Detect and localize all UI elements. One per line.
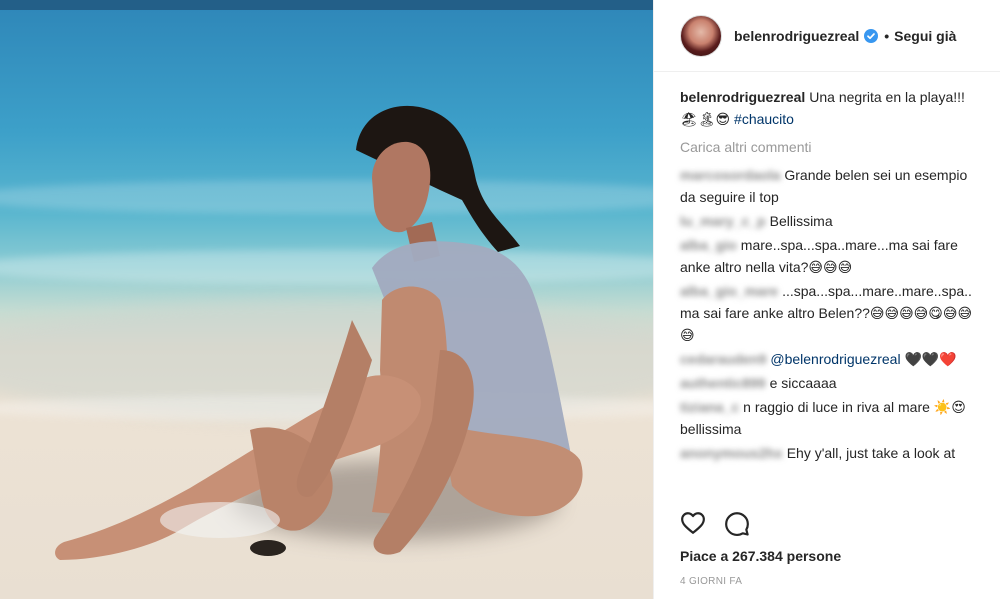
post-header: belenrodriguezreal • Segui già <box>654 0 1000 72</box>
comment-username[interactable]: tiziana_c <box>680 399 739 415</box>
likes-count[interactable]: Piace a 267.384 persone <box>680 548 841 564</box>
comment-text: Bellissima <box>769 213 833 229</box>
author-row: belenrodriguezreal • Segui già <box>734 28 956 44</box>
comment-mention[interactable]: @belenrodriguezreal <box>770 351 900 367</box>
comment-username[interactable]: cedarauden9 <box>680 351 766 367</box>
comment-item: alba_gio_mare ...spa...spa...mare..mare..… <box>680 280 981 346</box>
separator-dot: • <box>884 27 890 44</box>
comment-username[interactable]: alba_gio <box>680 237 737 253</box>
comment-item: anonymous2hx Ehy y'all, just take a look … <box>680 442 981 464</box>
follow-button[interactable]: Segui già <box>894 28 956 44</box>
comment-username[interactable]: lu_mary_c_p <box>680 213 766 229</box>
post-side-panel: belenrodriguezreal • Segui già belenrodr… <box>653 0 1000 599</box>
comment-item: marcosordaola Grande belen sei un esempio… <box>680 164 981 208</box>
comment-item: cedarauden9 @belenrodriguezreal 🖤🖤❤️ <box>680 348 981 370</box>
post-photo[interactable] <box>0 0 653 599</box>
comment-bubble-icon[interactable] <box>724 510 750 536</box>
comment-username[interactable]: alba_gio_mare <box>680 283 778 299</box>
comment-item: tiziana_c n raggio di luce in riva al mar… <box>680 396 981 440</box>
comment-username[interactable]: marcosordaola <box>680 167 780 183</box>
photo-figure <box>55 105 583 560</box>
comment-username[interactable]: anonymous2hx <box>680 445 783 461</box>
caption: belenrodriguezreal Una negrita en la play… <box>680 86 981 130</box>
comment-item: authentic899 e siccaaaa <box>680 372 981 394</box>
instagram-post: belenrodriguezreal • Segui già belenrodr… <box>0 0 1000 599</box>
caption-username[interactable]: belenrodriguezreal <box>680 89 805 105</box>
load-more-comments-button[interactable]: Carica altri commenti <box>680 136 981 158</box>
comments-list[interactable]: belenrodriguezreal Una negrita en la play… <box>654 86 1000 496</box>
comment-text: 🖤🖤❤️ <box>900 351 957 367</box>
comment-username[interactable]: authentic899 <box>680 375 766 391</box>
post-actions <box>680 510 768 536</box>
comment-text: Ehy y'all, just take a look at <box>786 445 956 461</box>
verified-badge-icon <box>864 28 879 43</box>
avatar[interactable] <box>680 14 722 57</box>
caption-hashtag[interactable]: #chaucito <box>734 111 794 127</box>
author-username[interactable]: belenrodriguezreal <box>734 28 859 44</box>
post-timestamp[interactable]: 4 GIORNI FA <box>680 576 742 587</box>
comment-item: lu_mary_c_p Bellissima <box>680 210 981 232</box>
heart-outline-icon[interactable] <box>680 510 706 536</box>
comment-item: alba_gio mare..spa...spa..mare...ma sai f… <box>680 234 981 278</box>
comment-text: e siccaaaa <box>769 375 837 391</box>
